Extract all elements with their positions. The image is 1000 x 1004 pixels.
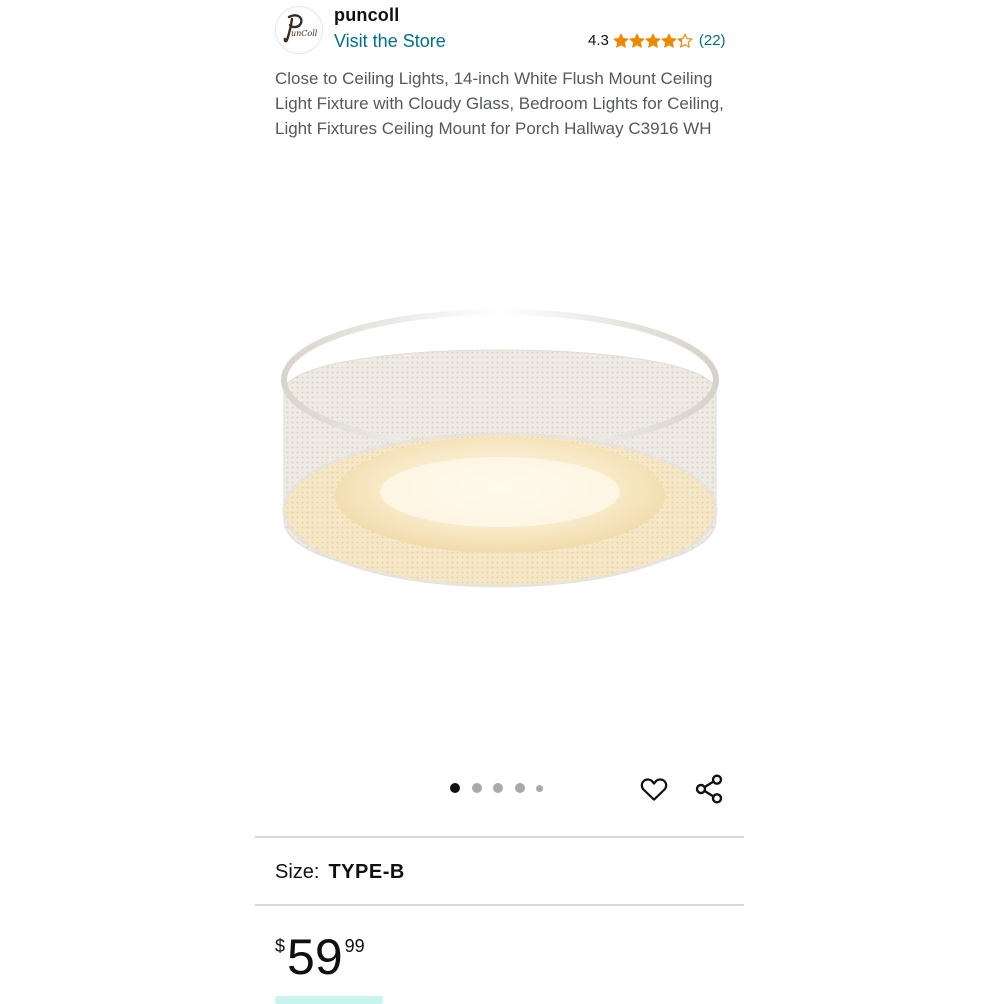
carousel-dot[interactable] [493, 783, 503, 793]
rating-value: 4.3 [588, 32, 609, 49]
rating-summary[interactable]: 4.3 (22) [588, 32, 726, 49]
price-whole: 59 [287, 929, 343, 985]
star-icon [677, 33, 693, 48]
size-label: Size: [275, 861, 320, 883]
carousel-dot[interactable] [471, 783, 482, 793]
brand-logo-mark: unColl [283, 14, 318, 43]
size-value: TYPE-B [328, 861, 405, 883]
carousel-dot[interactable] [450, 783, 460, 793]
rating-stars [613, 33, 693, 49]
brand-name: puncoll [334, 5, 400, 25]
price-currency-symbol: $ [275, 936, 286, 956]
carousel-dot[interactable] [514, 783, 525, 793]
star-icon [661, 33, 677, 48]
star-icon [645, 33, 661, 48]
size-selector[interactable]: Size: TYPE-B [275, 861, 405, 884]
image-carousel-dots[interactable] [450, 783, 555, 793]
product-image[interactable] [270, 300, 730, 600]
divider-bottom [255, 904, 744, 906]
price-fraction: 99 [344, 936, 365, 956]
carousel-dot[interactable] [536, 784, 543, 792]
deal-badge [275, 996, 383, 1004]
share-icon [695, 774, 723, 804]
star-icon [629, 33, 645, 48]
share-button[interactable] [692, 772, 726, 806]
divider-top [255, 836, 744, 838]
star-icon [613, 33, 629, 48]
ceiling-light-image [281, 309, 719, 588]
brand-logo-text: unColl [291, 29, 318, 38]
product-title: Close to Ceiling Lights, 14-inch White F… [275, 69, 724, 138]
visit-store-link[interactable]: Visit the Store [334, 31, 446, 52]
heart-icon [640, 778, 668, 801]
rating-count-link[interactable]: (22) [699, 32, 726, 49]
favorite-button[interactable] [637, 772, 671, 806]
price: $ 59 99 [275, 928, 365, 986]
brand-logo[interactable]: unColl [275, 6, 323, 54]
